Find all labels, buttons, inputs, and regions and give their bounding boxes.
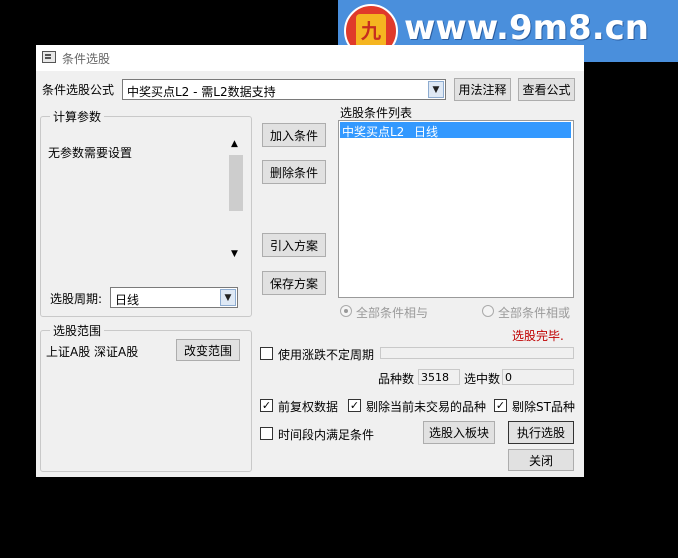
condition-list-title: 选股条件列表 <box>340 106 413 120</box>
condition-period: 日线 <box>414 125 439 139</box>
radio-or[interactable] <box>482 305 494 317</box>
adjusted-data-checkbox[interactable]: ✓ <box>260 399 273 412</box>
scroll-up-icon[interactable]: ▲ <box>231 139 238 149</box>
view-formula-button[interactable]: 查看公式 <box>518 78 575 101</box>
count-label: 品种数 <box>378 372 415 386</box>
radio-or-label: 全部条件相或 <box>498 306 571 320</box>
condition-name: 中奖买点L2 <box>342 125 405 139</box>
formula-select[interactable]: 中奖买点L2 - 需L2数据支持 ▼ <box>122 79 446 100</box>
watermark-logo-char: 九 <box>356 14 386 48</box>
delete-condition-button[interactable]: 删除条件 <box>262 160 326 184</box>
exclude-st-checkbox[interactable]: ✓ <box>494 399 507 412</box>
radio-and[interactable] <box>340 305 352 317</box>
title-bar[interactable]: 条件选股 <box>36 45 584 71</box>
to-block-button[interactable]: 选股入板块 <box>423 421 495 444</box>
scope-group-title: 选股范围 <box>50 322 105 339</box>
params-scrollbar[interactable]: ▲ ▼ <box>228 137 244 263</box>
import-scheme-button[interactable]: 引入方案 <box>262 233 326 257</box>
exclude-untraded-checkbox[interactable]: ✓ <box>348 399 361 412</box>
condition-list[interactable]: 中奖买点L2 日线 <box>338 120 574 298</box>
exclude-untraded-label: 剔除当前未交易的品种 <box>366 400 487 414</box>
execute-button[interactable]: 执行选股 <box>508 421 574 444</box>
formula-label: 条件选股公式 <box>42 83 115 97</box>
variable-period-label: 使用涨跌不定周期 <box>278 348 375 362</box>
time-range-label: 时间段内满足条件 <box>278 428 375 442</box>
save-scheme-button[interactable]: 保存方案 <box>262 271 326 295</box>
list-item[interactable]: 中奖买点L2 日线 <box>340 122 571 139</box>
status-text: 选股完毕. <box>512 329 564 343</box>
period-select-value: 日线 <box>115 293 140 307</box>
time-range-checkbox[interactable] <box>260 427 273 440</box>
selected-value: 0 <box>502 369 574 385</box>
watermark-text: www.9m8.cn <box>404 8 649 48</box>
variable-period-field <box>380 347 574 359</box>
count-value: 3518 <box>418 369 460 385</box>
params-group-title: 计算参数 <box>50 108 105 125</box>
variable-period-checkbox[interactable] <box>260 347 273 360</box>
add-condition-button[interactable]: 加入条件 <box>262 123 326 147</box>
no-params-text: 无参数需要设置 <box>48 146 133 160</box>
scroll-down-icon[interactable]: ▼ <box>231 249 238 259</box>
scroll-thumb[interactable] <box>229 155 243 211</box>
close-button[interactable]: 关闭 <box>508 449 574 471</box>
scope-markets: 上证A股 深证A股 <box>46 345 139 359</box>
period-label: 选股周期: <box>50 292 103 306</box>
chevron-down-icon[interactable]: ▼ <box>428 81 444 98</box>
chevron-down-icon[interactable]: ▼ <box>220 289 236 306</box>
window-title: 条件选股 <box>62 52 111 66</box>
change-scope-button[interactable]: 改变范围 <box>176 339 240 361</box>
radio-and-label: 全部条件相与 <box>356 306 429 320</box>
period-select[interactable]: 日线 ▼ <box>110 287 238 308</box>
usage-notes-button[interactable]: 用法注释 <box>454 78 511 101</box>
exclude-st-label: 剔除ST品种 <box>512 400 575 414</box>
selected-label: 选中数 <box>464 372 501 386</box>
adjusted-data-label: 前复权数据 <box>278 400 339 414</box>
formula-select-value: 中奖买点L2 - 需L2数据支持 <box>127 85 276 99</box>
window-icon <box>42 51 56 63</box>
stock-filter-dialog: 条件选股 条件选股公式 中奖买点L2 - 需L2数据支持 ▼ 用法注释 查看公式… <box>36 45 584 477</box>
